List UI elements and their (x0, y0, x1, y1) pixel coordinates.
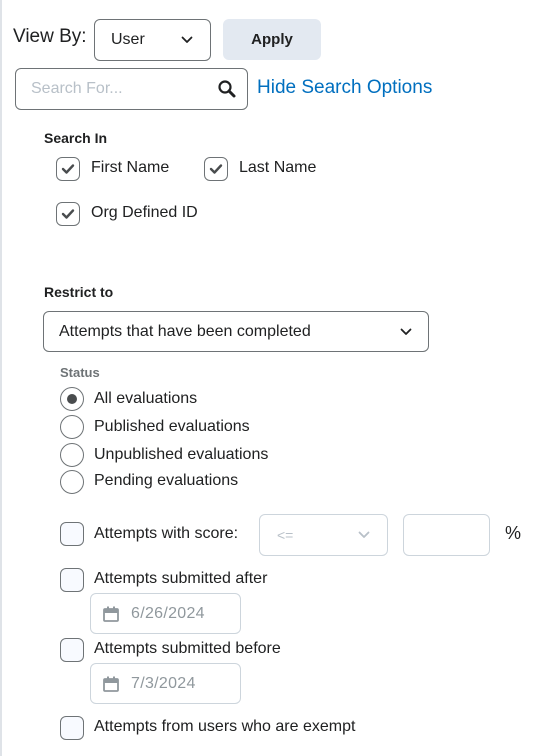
chevron-down-icon (181, 36, 193, 44)
submitted-after-checkbox[interactable] (60, 568, 84, 592)
published-evaluations-radio[interactable] (60, 415, 84, 439)
search-box (15, 68, 248, 110)
exempt-users-checkbox[interactable] (60, 716, 84, 740)
pending-evaluations-label: Pending evaluations (94, 472, 239, 489)
radio-selected-dot (67, 394, 77, 404)
unpublished-evaluations-label: Unpublished evaluations (94, 446, 269, 463)
checkmark-icon (61, 164, 75, 174)
restrict-to-heading: Restrict to (44, 284, 114, 300)
attempts-with-score-label: Attempts with score: (94, 525, 239, 542)
submitted-before-date: 7/3/2024 (131, 674, 196, 692)
search-icon[interactable] (217, 79, 237, 99)
status-heading: Status (60, 365, 100, 380)
published-evaluations-label: Published evaluations (94, 418, 250, 435)
restrict-to-selected-value: Attempts that have been completed (59, 322, 311, 340)
submitted-after-date-input[interactable]: 6/26/2024 (90, 593, 241, 634)
submitted-before-checkbox[interactable] (60, 638, 84, 662)
submitted-after-date: 6/26/2024 (131, 604, 205, 622)
view-by-selected-value: User (111, 31, 145, 48)
score-operator-select[interactable]: <= (259, 514, 388, 556)
all-evaluations-radio[interactable] (60, 387, 84, 411)
org-defined-id-checkbox[interactable] (56, 202, 80, 226)
submitted-before-label: Attempts submitted before (94, 640, 281, 657)
view-by-select[interactable]: User (94, 19, 211, 61)
calendar-icon (103, 606, 119, 622)
calendar-icon (103, 676, 119, 692)
view-by-label: View By: (13, 26, 87, 47)
percent-sign: % (505, 523, 522, 543)
org-defined-id-label: Org Defined ID (91, 204, 198, 221)
pending-evaluations-radio[interactable] (60, 470, 84, 494)
all-evaluations-label: All evaluations (94, 390, 198, 407)
first-name-checkbox[interactable] (56, 157, 80, 181)
unpublished-evaluations-radio[interactable] (60, 443, 84, 467)
first-name-label: First Name (91, 159, 170, 176)
exempt-users-label: Attempts from users who are exempt (94, 718, 356, 735)
submitted-before-date-input[interactable]: 7/3/2024 (90, 663, 241, 704)
apply-button[interactable]: Apply (223, 19, 321, 60)
chevron-down-icon (358, 531, 370, 539)
hide-search-options-link[interactable]: Hide Search Options (257, 77, 432, 99)
score-value-input[interactable] (403, 514, 490, 556)
last-name-checkbox[interactable] (204, 157, 228, 181)
panel-left-border (0, 0, 2, 756)
chevron-down-icon (400, 328, 412, 336)
restrict-to-select[interactable]: Attempts that have been completed (43, 311, 429, 352)
search-in-heading: Search In (44, 130, 108, 146)
checkmark-icon (61, 209, 75, 219)
last-name-label: Last Name (239, 159, 317, 176)
checkmark-icon (209, 164, 223, 174)
score-operator-value: <= (277, 527, 294, 543)
search-input[interactable] (31, 80, 201, 98)
attempts-with-score-checkbox[interactable] (60, 522, 84, 546)
submitted-after-label: Attempts submitted after (94, 570, 268, 587)
